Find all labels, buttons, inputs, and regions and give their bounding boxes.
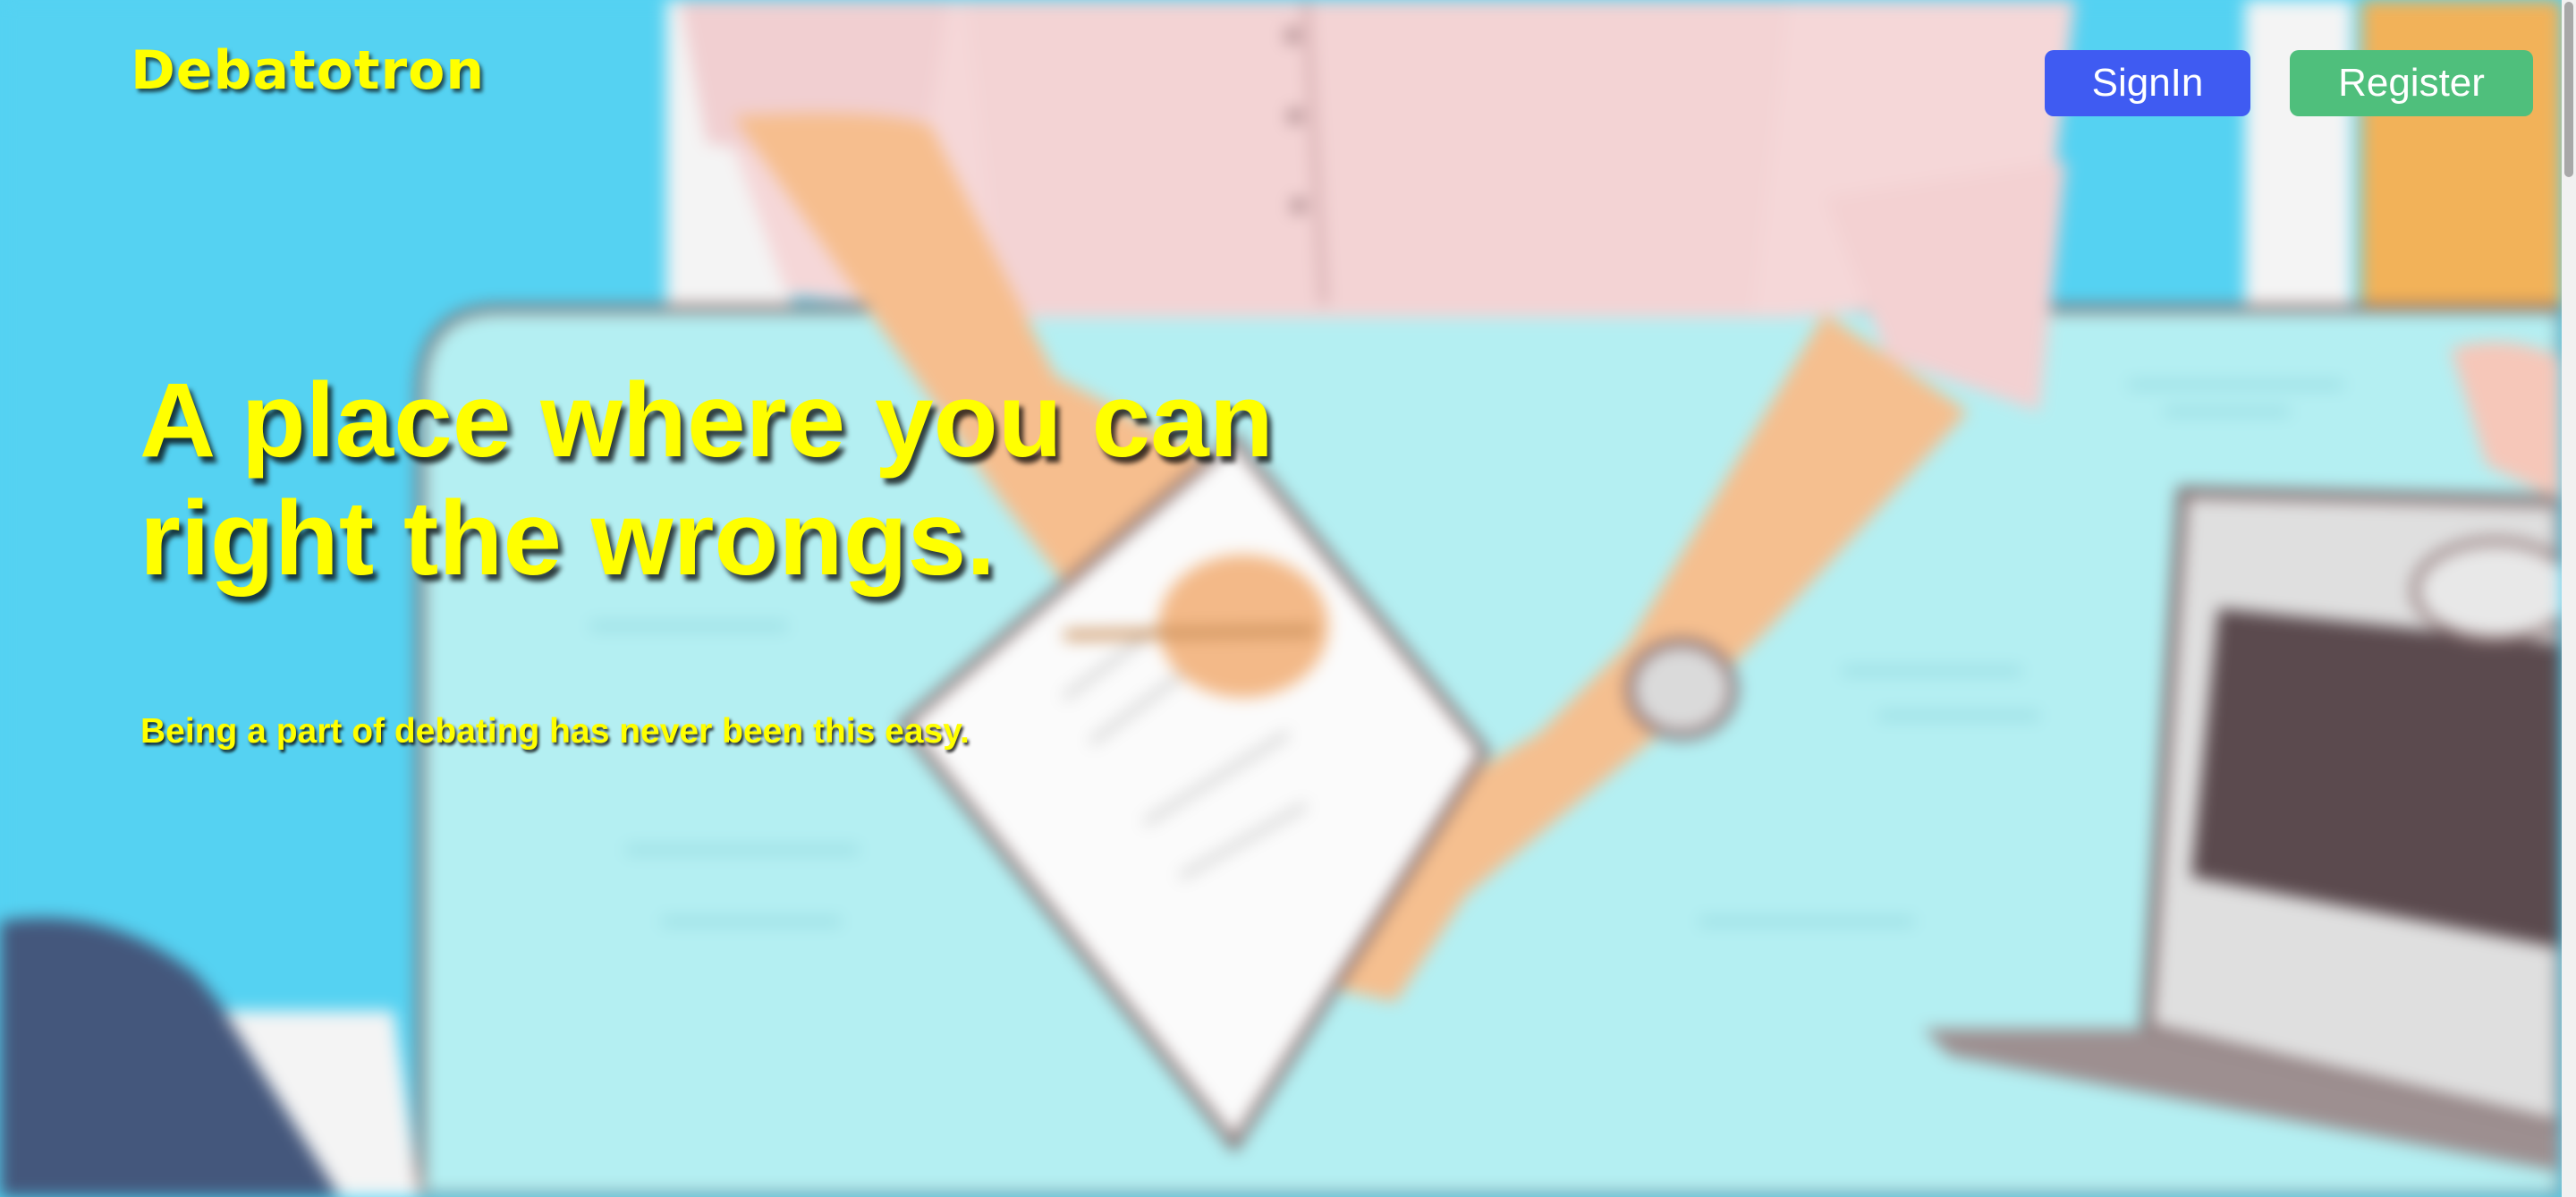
scrollbar-thumb[interactable] [2564,2,2573,177]
hero-background-illustration [0,0,2562,1197]
site-logo[interactable]: Debatotron [131,39,485,102]
signin-button[interactable]: SignIn [2045,50,2250,116]
page-scrollbar[interactable] [2562,0,2576,1197]
hero-heading: A place where you can right the wrongs. [140,361,1274,598]
register-button[interactable]: Register [2290,50,2533,116]
landing-page: Debatotron SignIn Register A place where… [0,0,2576,1197]
hero-subheading: Being a part of debating has never been … [140,712,970,751]
